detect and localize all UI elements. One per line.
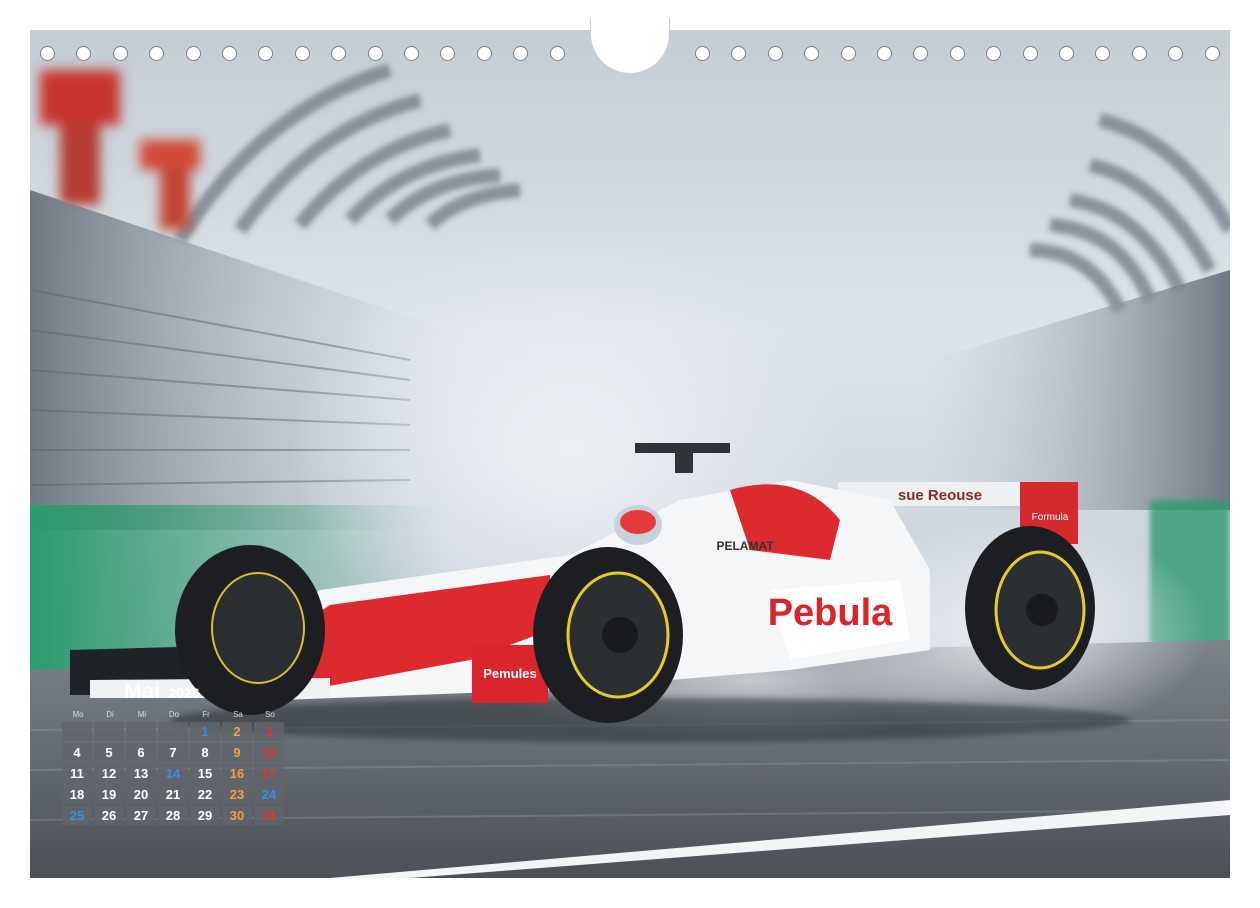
- weekday-label: So: [265, 710, 275, 719]
- binding-ring: [840, 46, 856, 61]
- month-title: Mai 2026: [124, 680, 200, 704]
- front-right-wheel: [533, 547, 683, 723]
- day-cell: 29: [190, 806, 220, 825]
- weekday-label: Sa: [233, 710, 243, 719]
- empty-day-cell: [62, 722, 92, 741]
- binding-ring: [40, 46, 55, 61]
- binding-ring: [804, 46, 820, 61]
- day-cell: 27: [126, 806, 156, 825]
- svg-text:Pebula: Pebula: [768, 592, 893, 634]
- day-cell: 2: [222, 722, 252, 741]
- day-cell: 21: [158, 785, 188, 804]
- day-cell: 1: [190, 722, 220, 741]
- day-cell: 4: [62, 743, 92, 762]
- day-cell: 7: [158, 743, 188, 762]
- weekday-label: Fr: [202, 710, 210, 719]
- day-cell: 17: [254, 764, 284, 783]
- day-cell: 8: [190, 743, 220, 762]
- month-year: 2026: [168, 685, 200, 701]
- binding-ring: [1059, 46, 1074, 61]
- binding-ring: [1095, 46, 1111, 61]
- day-cell: 10: [254, 743, 284, 762]
- binding-ring: [331, 46, 347, 61]
- binding-ring: [149, 46, 165, 61]
- binding-ring: [440, 46, 456, 61]
- weekday-label: Di: [106, 710, 114, 719]
- binding-ring: [877, 46, 892, 61]
- binding-ring: [1168, 46, 1184, 61]
- svg-text:Pemules: Pemules: [483, 666, 536, 681]
- weekday-label: Do: [168, 710, 180, 719]
- svg-text:PELAMAT: PELAMAT: [716, 539, 774, 553]
- empty-day-cell: [126, 722, 156, 741]
- binding-ring: [294, 46, 310, 61]
- hanger-notch: [590, 18, 670, 74]
- binding-ring: [731, 46, 747, 61]
- month-name: Mai: [124, 680, 161, 703]
- day-cell: 14: [158, 764, 188, 783]
- binding-ring: [258, 46, 274, 61]
- binding-ring: [112, 46, 128, 61]
- day-cell: 13: [126, 764, 156, 783]
- binding-ring: [986, 46, 1002, 61]
- binding-ring: [949, 46, 965, 61]
- day-cell: 31: [254, 806, 284, 825]
- day-cell: 11: [62, 764, 92, 783]
- rear-wheel: [965, 526, 1095, 690]
- day-grid: 1 2 3 4 5 6 7 8 9 10 11 12 13 14 15 16 17 18 19 20 21 22 23 24 2…: [62, 722, 284, 825]
- binding-ring: [76, 46, 92, 61]
- day-cell: 6: [126, 743, 156, 762]
- day-cell: 23: [222, 785, 252, 804]
- binding-ring: [695, 46, 710, 61]
- day-cell: 12: [94, 764, 124, 783]
- binding-ring: [1204, 46, 1220, 61]
- binding-ring: [476, 46, 492, 61]
- day-cell: 15: [190, 764, 220, 783]
- day-cell: 9: [222, 743, 252, 762]
- binding-ring: [913, 46, 929, 61]
- binding-ring: [367, 46, 383, 61]
- day-cell: 3: [254, 722, 284, 741]
- day-cell: 5: [94, 743, 124, 762]
- binding-ring: [222, 46, 237, 61]
- empty-day-cell: [158, 722, 188, 741]
- day-cell: 26: [94, 806, 124, 825]
- day-cell: 22: [190, 785, 220, 804]
- binding-ring: [1131, 46, 1147, 61]
- binding-ring: [1022, 46, 1038, 61]
- day-cell: 20: [126, 785, 156, 804]
- binding-ring: [513, 46, 529, 61]
- weekday-label: Mi: [137, 710, 147, 719]
- day-cell: 28: [158, 806, 188, 825]
- spiral-binding: [0, 0, 1260, 80]
- binding-ring: [185, 46, 201, 61]
- binding-ring: [767, 46, 783, 61]
- day-cell: 30: [222, 806, 252, 825]
- day-cell: 18: [62, 785, 92, 804]
- weekday-header-row: Mo Di Mi Do Fr Sa So: [62, 710, 286, 719]
- svg-text:sue Reouse: sue Reouse: [898, 487, 982, 504]
- empty-day-cell: [94, 722, 124, 741]
- binding-ring: [549, 46, 565, 61]
- svg-text:Formula: Formula: [1032, 512, 1069, 523]
- day-cell: 16: [222, 764, 252, 783]
- day-cell: 25: [62, 806, 92, 825]
- day-cell: 19: [94, 785, 124, 804]
- weekday-label: Mo: [72, 710, 84, 719]
- binding-ring: [404, 46, 419, 61]
- day-cell: 24: [254, 785, 284, 804]
